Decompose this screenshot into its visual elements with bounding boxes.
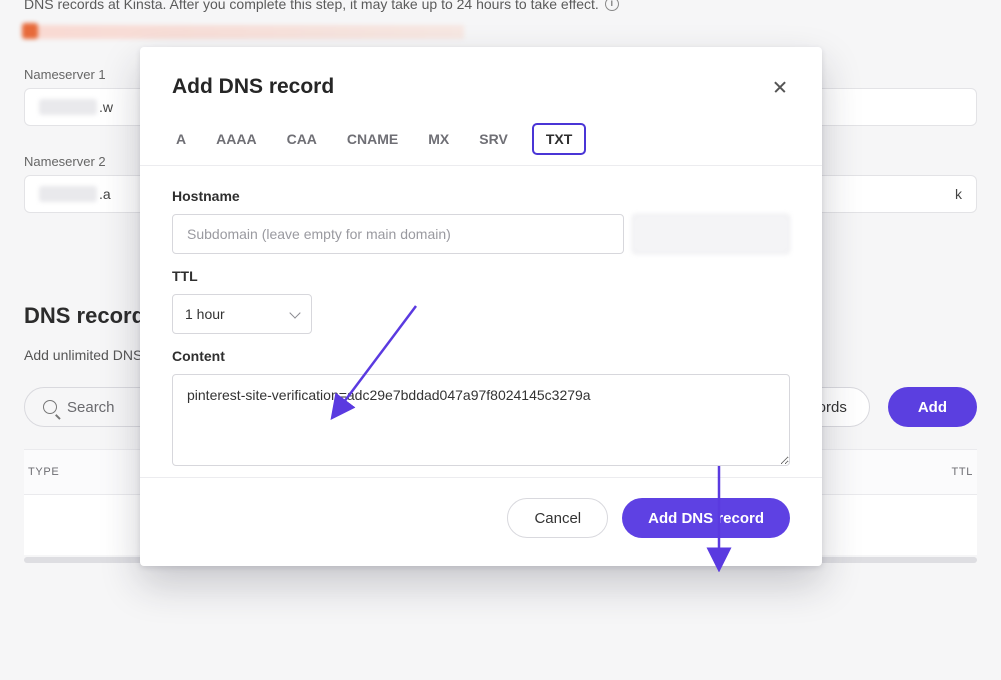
tab-caa[interactable]: CAA [283,125,321,153]
column-type: TYPE [28,466,118,478]
add-record-button[interactable]: Add [888,387,977,427]
hostname-label: Hostname [172,188,790,204]
redacted-text [39,99,97,115]
cancel-button[interactable]: Cancel [507,498,608,538]
warning-banner [24,25,464,39]
hostname-input[interactable] [172,214,624,254]
redacted-text [39,186,97,202]
chevron-down-icon [289,307,300,318]
submit-add-record-button[interactable]: Add DNS record [622,498,790,538]
dns-help-text: DNS records at Kinsta. After you complet… [24,0,977,15]
record-type-tabs: A AAAA CAA CNAME MX SRV TXT [140,107,822,166]
add-dns-record-modal: Add DNS record A AAAA CAA CNAME MX SRV T… [140,47,822,566]
ttl-select[interactable]: 1 hour [172,294,312,334]
content-textarea[interactable] [172,374,790,466]
search-icon [43,400,57,414]
content-label: Content [172,348,790,364]
tab-txt[interactable]: TXT [534,125,584,153]
tab-mx[interactable]: MX [424,125,453,153]
tab-srv[interactable]: SRV [475,125,512,153]
column-ttl: TTL [913,466,973,478]
close-icon[interactable] [770,77,790,97]
tab-cname[interactable]: CNAME [343,125,402,153]
tab-a[interactable]: A [172,125,190,153]
domain-suffix [632,214,790,254]
info-icon [605,0,619,11]
modal-title: Add DNS record [172,75,334,99]
ttl-label: TTL [172,268,790,284]
tab-aaaa[interactable]: AAAA [212,125,260,153]
